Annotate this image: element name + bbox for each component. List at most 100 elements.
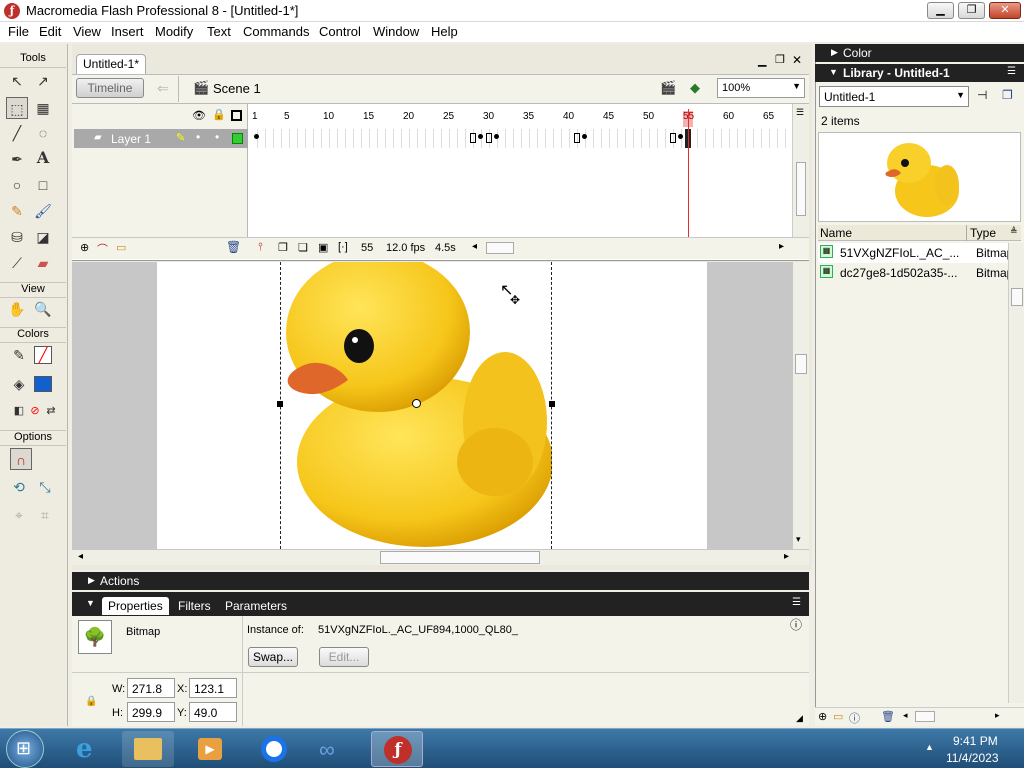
doc-close-icon[interactable]: ✕ [792,53,802,67]
media-taskbar-button[interactable]: ▶ [184,731,236,767]
timeline-vscroll-thumb[interactable] [796,162,806,216]
library-hscroll-thumb[interactable] [915,711,935,722]
library-options-icon[interactable]: ☰ [1007,66,1016,77]
add-motion-guide-icon[interactable]: ⌒ [97,241,108,257]
rectangle-tool-icon[interactable]: □ [32,174,54,196]
actions-panel-bar[interactable]: ▶ Actions [72,572,809,590]
zoom-tool-icon[interactable]: 🔍 [32,298,54,320]
oval-tool-icon[interactable]: ○ [6,174,28,196]
scroll-right-icon[interactable]: ▸ [779,241,784,252]
swap-colors-icon[interactable]: ⇄ [40,400,62,422]
timeline-toggle-button[interactable]: Timeline [76,78,144,98]
subselect-tool-icon[interactable]: ↗ [32,70,54,92]
brush-tool-icon[interactable]: 🖌 [32,200,54,222]
menu-insert[interactable]: Insert [111,24,144,39]
stage-hscroll[interactable]: ◂ ▸ [72,549,809,565]
doc-minimize-icon[interactable]: ▁ [758,54,766,67]
hscroll-left-icon[interactable]: ◂ [78,551,83,562]
show-hide-eye-icon[interactable]: 👁 [192,109,206,122]
hscroll-right-icon[interactable]: ▸ [784,551,789,562]
pen-tool-icon[interactable]: ✒ [6,148,28,170]
menu-window[interactable]: Window [373,24,419,39]
maximize-button[interactable]: ❐ [958,2,985,19]
scale-icon[interactable]: ⤡ [34,476,56,498]
y-field[interactable]: 49.0 [189,702,237,722]
layer-row[interactable]: ▰ Layer 1 ✎ • • [74,129,248,148]
flash-taskbar-button[interactable]: ƒ [371,731,423,767]
keyframe[interactable] [582,134,587,139]
tray-arrow-icon[interactable]: ▲ [925,742,934,752]
minimize-button[interactable]: ▁ [927,2,954,19]
center-frame-icon[interactable]: ⫯ [258,241,263,254]
library-vscroll-thumb[interactable] [1011,288,1023,306]
document-tab[interactable]: Untitled-1* [76,54,146,74]
timeline-vscroll[interactable]: ☰ [792,104,809,237]
edit-multiple-frames-icon[interactable]: ▣ [318,241,328,254]
menu-text[interactable]: Text [207,24,231,39]
back-arrow-icon[interactable]: ⇐ [157,80,169,97]
frame-span-end[interactable] [470,133,476,143]
eraser-tool-icon[interactable]: ▰ [32,252,54,274]
lock-all-icon[interactable]: 🔒 [212,108,226,121]
menu-file[interactable]: File [8,24,29,39]
ink-bottle-tool-icon[interactable]: ⛁ [6,226,28,248]
lock-ratio-icon[interactable]: 🔒 [85,696,97,707]
paint-bucket-tool-icon[interactable]: ◪ [32,226,54,248]
menu-help[interactable]: Help [431,24,458,39]
tab-properties[interactable]: Properties [102,597,169,615]
browser-taskbar-button[interactable] [247,731,299,767]
library-vscroll[interactable] [1008,243,1024,703]
library-panel-bar[interactable]: ▼ Library - Untitled-1 ☰ [815,64,1024,82]
pencil-tool-icon[interactable]: ✎ [6,200,28,222]
library-item[interactable]: ▦ dc27ge8-1d502a35-... Bitmap [818,263,1013,283]
snap-magnet-icon[interactable]: ∩ [10,448,32,470]
keyframe[interactable] [478,134,483,139]
width-field[interactable]: 271.8 [127,678,175,698]
clock-time[interactable]: 9:41 PM [953,734,998,748]
insert-folder-icon[interactable]: ▭ [116,241,126,254]
height-field[interactable]: 299.9 [127,702,175,722]
onion-skin-icon[interactable]: ❐ [278,241,288,254]
lib-scroll-right-icon[interactable]: ▸ [995,710,1000,721]
vscroll-down-icon[interactable]: ▾ [796,534,801,545]
menu-commands[interactable]: Commands [243,24,309,39]
line-tool-icon[interactable]: ╱ [6,122,28,144]
type-column-header[interactable]: Type [970,226,996,240]
tab-parameters[interactable]: Parameters [219,597,293,615]
menu-view[interactable]: View [73,24,101,39]
clock-date[interactable]: 11/4/2023 [946,751,999,765]
zoom-dropdown-icon[interactable]: ▼ [792,81,801,91]
delete-item-icon[interactable]: 🗑 [881,710,895,723]
keyframe[interactable] [494,134,499,139]
transform-center-point[interactable] [412,399,421,408]
eyedropper-tool-icon[interactable]: ⟋ [6,252,28,274]
layer-outline-swatch[interactable] [232,133,243,144]
lasso-tool-icon[interactable]: ◌ [32,122,54,144]
timeline-hscroll-thumb[interactable] [486,242,514,254]
keyframe[interactable] [254,134,259,139]
stage-vscroll-thumb[interactable] [795,354,807,374]
free-transform-tool-icon[interactable]: ⬚ [6,97,28,119]
help-icon[interactable]: ⓘ [790,616,802,633]
edit-symbols-icon[interactable]: ◆ [690,80,700,96]
name-column-header[interactable]: Name [820,226,852,240]
ie-taskbar-button[interactable]: e [64,731,116,767]
playhead[interactable] [688,109,689,237]
properties-icon[interactable]: ⓘ [849,710,860,726]
layer-lock-dot[interactable]: • [215,130,219,144]
tab-filters[interactable]: Filters [172,597,217,615]
fill-color-icon[interactable]: ◈ [8,373,30,395]
onion-markers-icon[interactable]: [·] [338,241,348,253]
close-button[interactable]: ✕ [989,2,1021,19]
library-dropdown-icon[interactable]: ▼ [956,90,965,100]
transform-handle[interactable] [549,401,555,407]
doc-restore-icon[interactable]: ❐ [775,53,785,66]
outline-all-icon[interactable] [231,110,242,121]
frame-ruler[interactable]: 1 5 10 15 20 25 30 35 40 45 50 55 60 65 [250,107,792,127]
collapse-arrow-icon[interactable]: ▼ [86,598,95,608]
app-taskbar-button[interactable]: ∞ [309,731,361,767]
frame-span-end[interactable] [574,133,580,143]
onion-outlines-icon[interactable]: ❏ [298,241,308,254]
fill-transform-tool-icon[interactable]: ▦ [32,97,54,119]
new-library-panel-icon[interactable]: ❐ [1002,88,1013,102]
